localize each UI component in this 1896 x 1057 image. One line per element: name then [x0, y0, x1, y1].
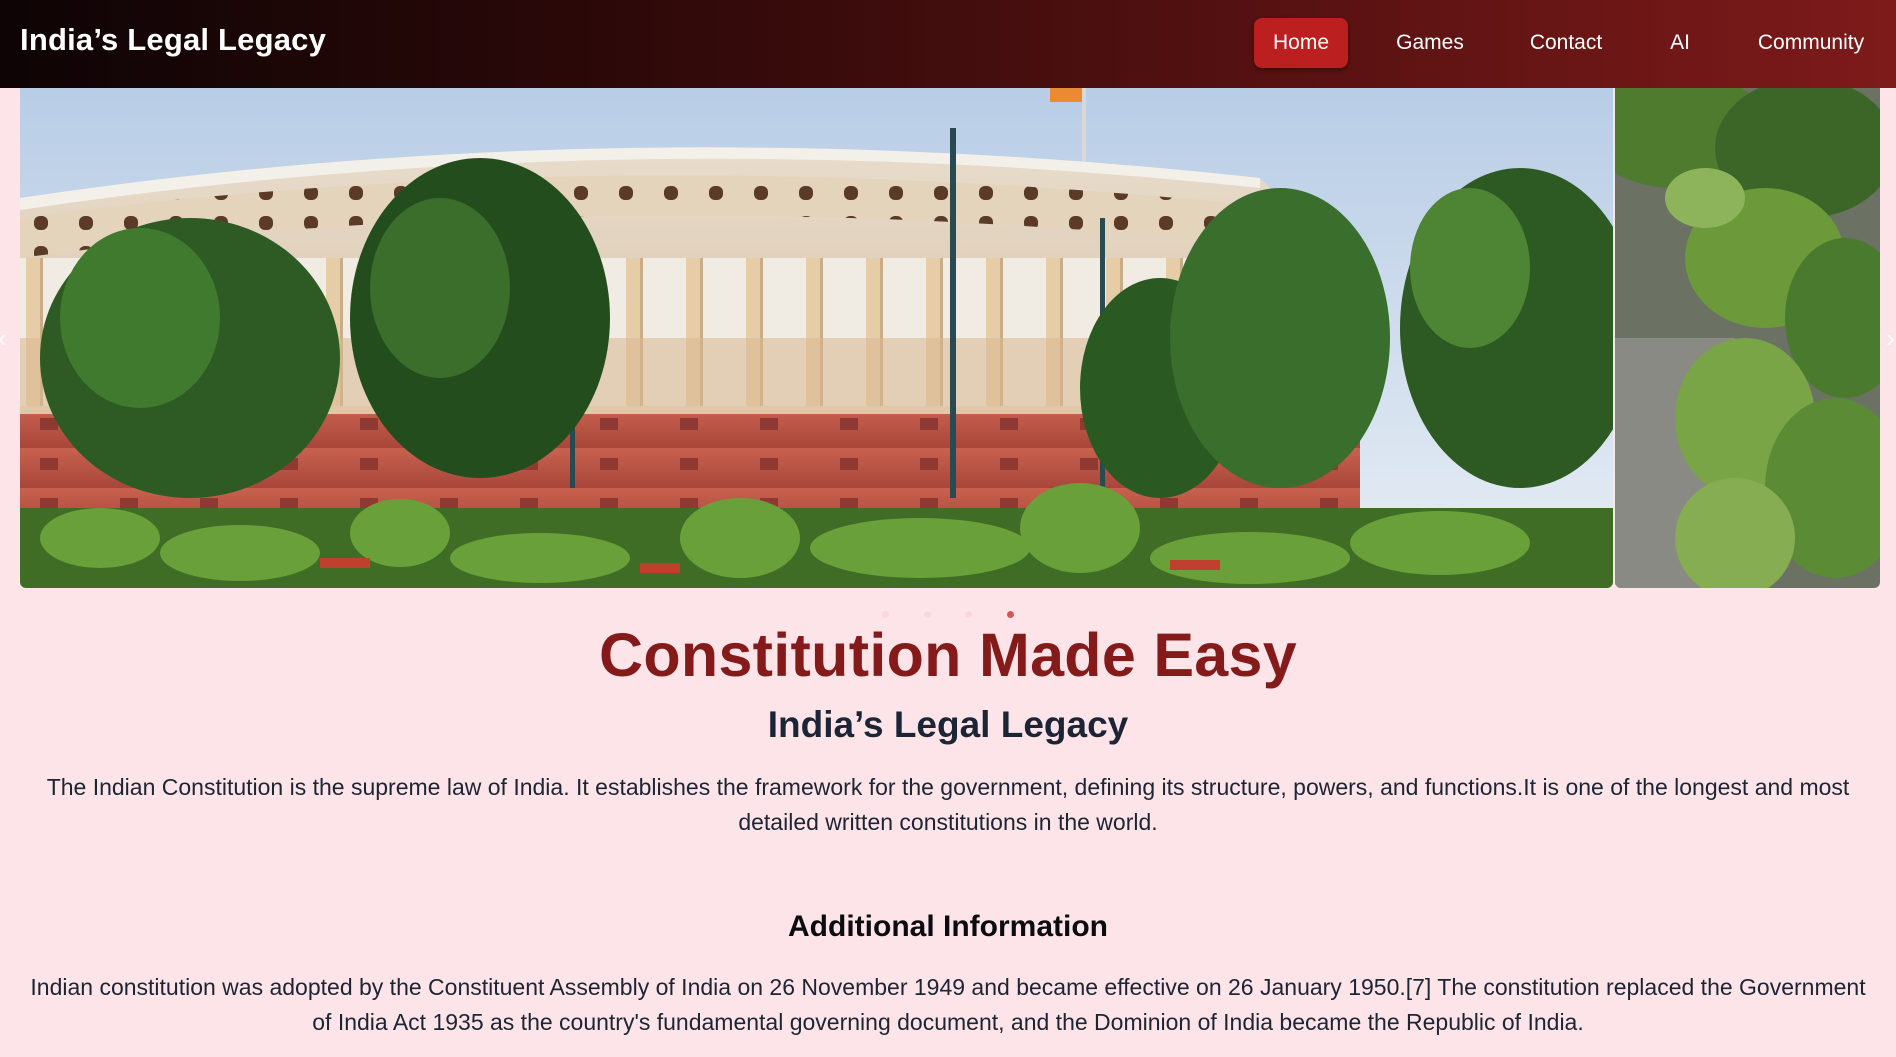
- chevron-left-icon[interactable]: ‹: [0, 323, 12, 353]
- site-brand[interactable]: India’s Legal Legacy: [20, 22, 326, 58]
- additional-info-paragraph: Indian constitution was adopted by the C…: [30, 974, 1866, 1035]
- page-subtitle: India’s Legal Legacy: [767, 704, 1129, 745]
- nav-contact-link[interactable]: Contact: [1510, 18, 1622, 68]
- nav-home-link[interactable]: Home: [1254, 18, 1348, 68]
- trees-aerial-photo: [1615, 88, 1880, 588]
- carousel-dot[interactable]: [965, 611, 973, 619]
- top-navbar: India’s Legal Legacy Home Games Contact …: [0, 0, 1896, 88]
- parliament-house-photo: [20, 88, 1613, 588]
- carousel-dot-active[interactable]: [1006, 611, 1014, 619]
- additional-info-heading: Additional Information: [788, 910, 1108, 943]
- nav-community-link[interactable]: Community: [1740, 18, 1882, 68]
- carousel-dot[interactable]: [882, 611, 890, 619]
- page-title: Constitution Made Easy: [598, 621, 1297, 689]
- carousel-indicators: [0, 606, 1896, 619]
- chevron-right-icon[interactable]: ›: [1886, 323, 1896, 353]
- nav-ai-link[interactable]: AI: [1648, 18, 1712, 68]
- carousel-dot[interactable]: [923, 611, 931, 619]
- intro-paragraph: The Indian Constitution is the supreme l…: [46, 774, 1850, 835]
- image-carousel[interactable]: ‹ ›: [0, 88, 1896, 588]
- nav-games-link[interactable]: Games: [1376, 18, 1484, 68]
